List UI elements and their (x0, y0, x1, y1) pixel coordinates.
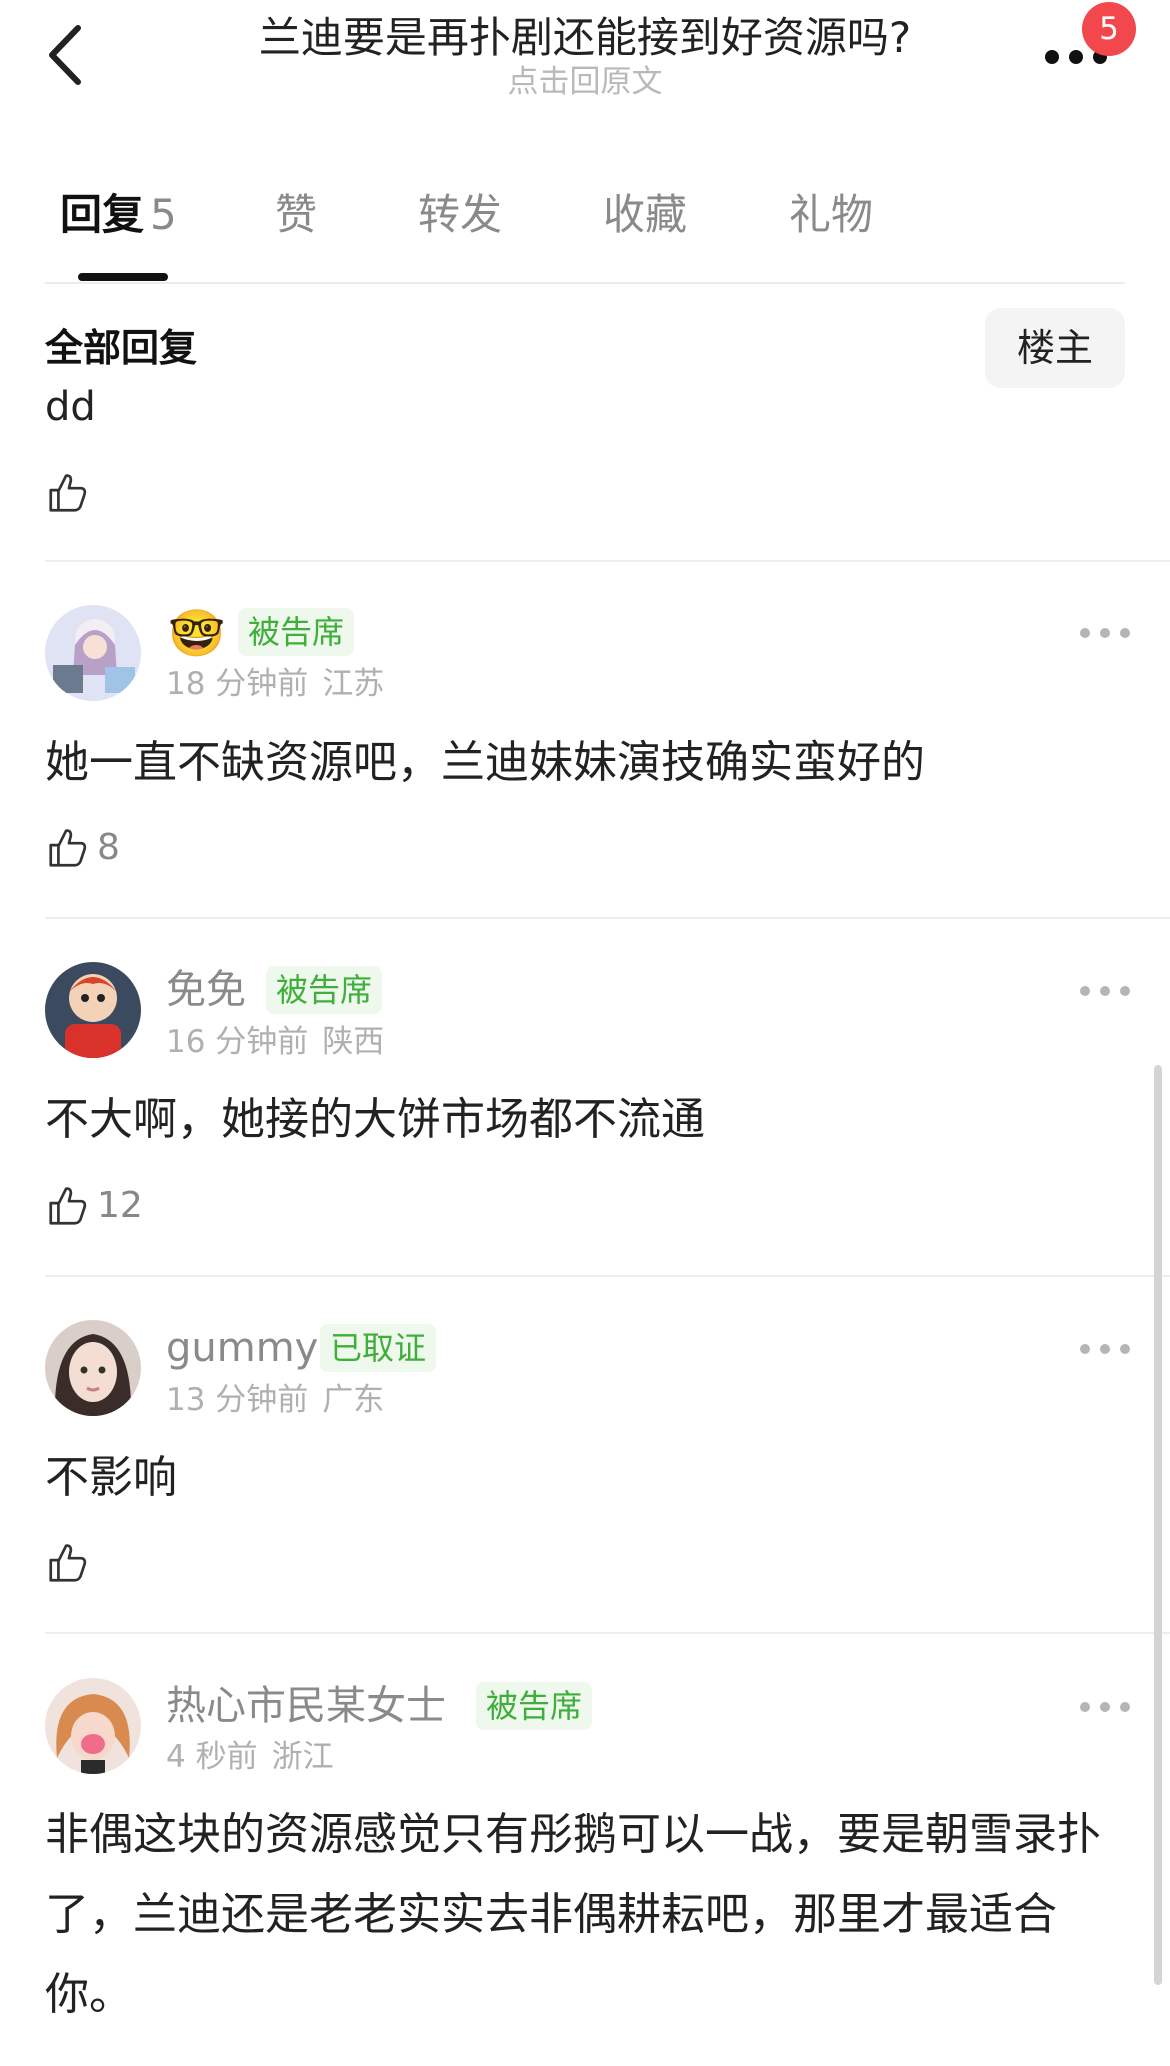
comment-more-button[interactable] (1080, 976, 1130, 1006)
comment-more-button[interactable] (1080, 618, 1130, 648)
avatar[interactable] (45, 962, 141, 1058)
avatar[interactable] (45, 1678, 141, 1774)
tab-count: 5 (150, 190, 177, 239)
comment-divider (45, 1632, 1170, 1634)
back-button[interactable] (40, 20, 100, 90)
comment-time: 16 分钟前 (166, 1024, 309, 1060)
username[interactable]: gummy (166, 1320, 318, 1376)
comment-time: 4 秒前 (166, 1739, 258, 1775)
active-tab-indicator (78, 273, 168, 281)
comment-time: 13 分钟前 (166, 1382, 309, 1418)
scrollbar[interactable] (1154, 1065, 1162, 1985)
avatar[interactable] (45, 1320, 141, 1416)
tab-replies[interactable]: 回复 5 (60, 185, 177, 245)
comment-meta: 16 分钟前 陕西 (166, 1020, 384, 1064)
comment-divider (45, 917, 1170, 919)
comment-text: 不大啊，她接的大饼市场都不流通 (45, 1094, 705, 1145)
thumbs-up-icon (49, 1544, 87, 1582)
tab-gifts[interactable]: 礼物 (789, 185, 873, 245)
like-count: 8 (97, 827, 120, 868)
avatar-image (45, 962, 141, 1058)
tabs-divider (45, 282, 1125, 284)
back-to-original-link[interactable]: 点击回原文 (150, 60, 1020, 104)
comment-more-button[interactable] (1080, 1334, 1130, 1364)
owner-only-button[interactable]: 楼主 (985, 308, 1125, 388)
avatar-image (45, 1678, 141, 1774)
comment-more-button[interactable] (1080, 1692, 1130, 1722)
tab-favorites[interactable]: 收藏 (603, 185, 687, 245)
username[interactable]: 热心市民某女士 (166, 1678, 446, 1734)
chevron-left-icon (49, 25, 81, 85)
page-title: 兰迪要是再扑剧还能接到好资源吗? (258, 13, 912, 62)
like-button[interactable] (45, 1535, 91, 1591)
avatar-image (45, 605, 141, 701)
user-tag: 被告席 (476, 1682, 593, 1730)
like-button[interactable]: 8 (45, 820, 120, 876)
thumbs-up-icon (49, 1187, 87, 1225)
comment-divider (45, 1275, 1170, 1277)
comment-text: 她一直不缺资源吧，兰迪妹妹演技确实蛮好的 (45, 737, 925, 788)
thumbs-up-icon (49, 474, 87, 512)
all-replies-label: 全部回复 (45, 326, 198, 370)
comment-location: 浙江 (271, 1739, 334, 1775)
thumbs-up-icon (49, 829, 87, 867)
user-emoji: 🤓 (168, 606, 226, 660)
user-tag: 被告席 (266, 966, 383, 1014)
partial-comment-text: dd (45, 384, 96, 424)
comment-meta: 13 分钟前 广东 (166, 1378, 384, 1422)
tab-label: 回复 (60, 190, 145, 239)
comment-time: 18 分钟前 (166, 666, 309, 702)
comment-divider (45, 560, 1170, 562)
tab-likes[interactable]: 赞 (275, 185, 317, 245)
avatar-image (45, 1320, 141, 1416)
like-button[interactable] (45, 465, 91, 521)
comment-text: 非偶这块的资源感觉只有彤鹅可以一战，要是朝雪录扑了，兰迪还是老老实实去非偶耕耘吧… (45, 1809, 1101, 2020)
comment-location: 广东 (322, 1382, 385, 1418)
comment-location: 江苏 (322, 666, 385, 702)
tab-reposts[interactable]: 转发 (418, 185, 502, 245)
like-button[interactable]: 12 (45, 1178, 143, 1234)
username[interactable]: 免免 (166, 962, 246, 1018)
avatar[interactable] (45, 605, 141, 701)
more-icon (1045, 50, 1059, 64)
like-count: 12 (97, 1185, 143, 1226)
user-tag: 已取证 (320, 1324, 437, 1372)
user-tag: 被告席 (238, 608, 355, 656)
comment-meta: 18 分钟前 江苏 (166, 662, 384, 706)
notification-badge[interactable]: 5 (1082, 2, 1136, 56)
comment-meta: 4 秒前 浙江 (166, 1735, 334, 1779)
comment-text: 不影响 (45, 1452, 177, 1503)
comment-location: 陕西 (322, 1024, 385, 1060)
